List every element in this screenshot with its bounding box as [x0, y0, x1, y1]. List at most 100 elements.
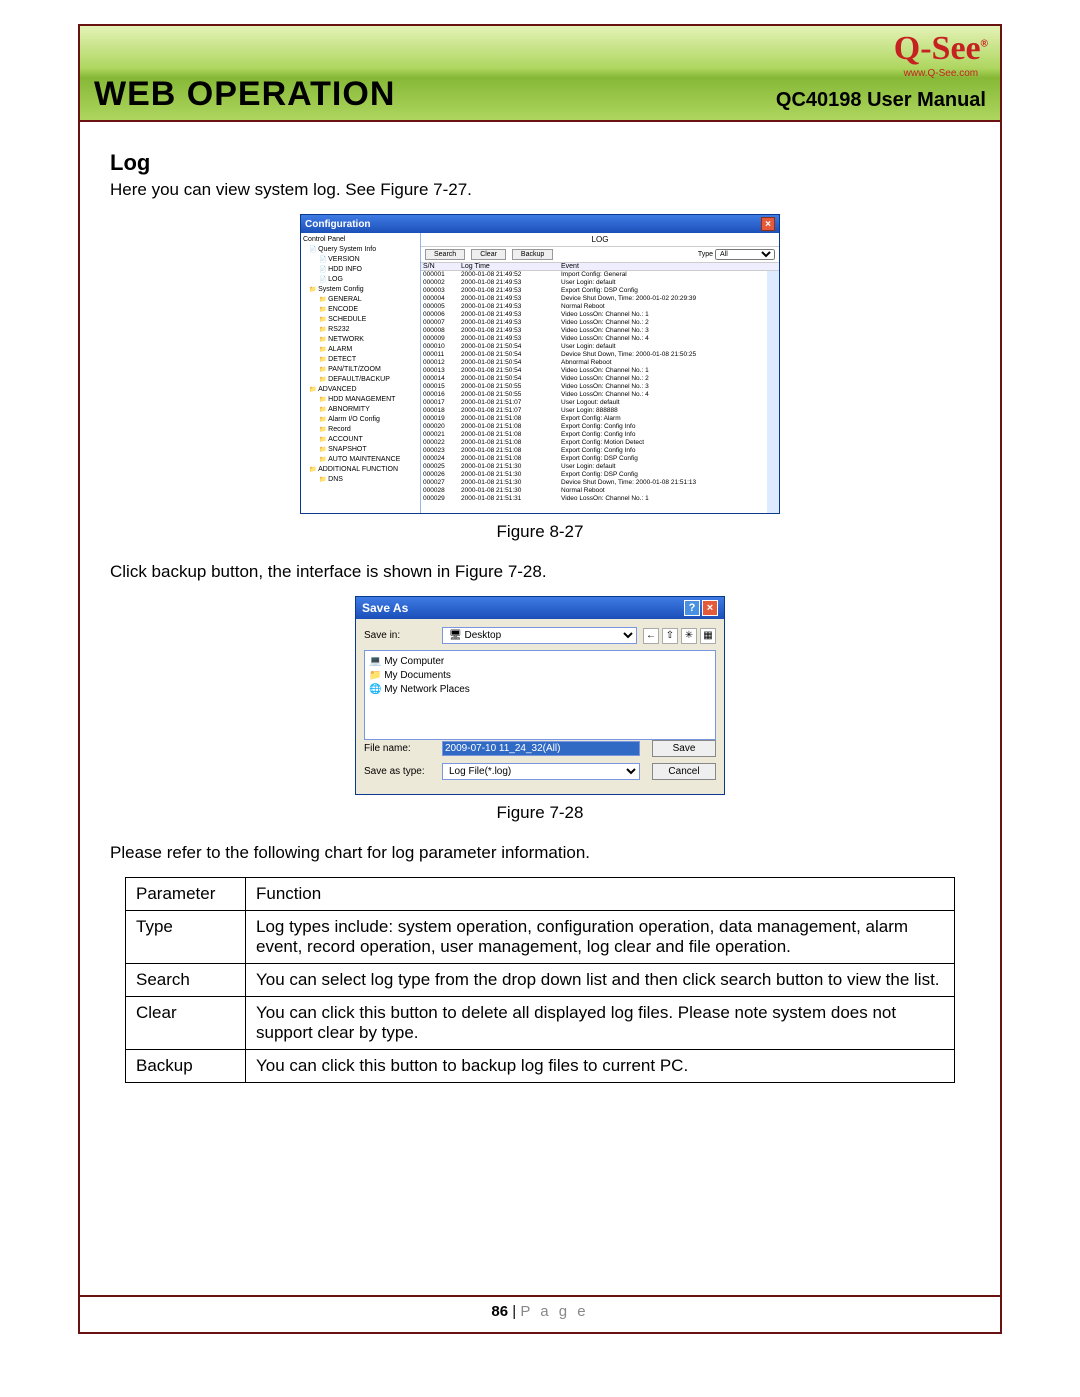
tree-item[interactable]: Alarm I/O Config — [303, 415, 418, 425]
backup-button[interactable]: Backup — [512, 249, 553, 260]
cancel-button[interactable]: Cancel — [652, 763, 716, 780]
log-row[interactable]: 0000022000-01-08 21:49:53User Login: def… — [421, 279, 767, 287]
log-row[interactable]: 0000062000-01-08 21:49:53Video LossOn: C… — [421, 311, 767, 319]
file-list[interactable]: 💻 My Computer📁 My Documents🌐 My Network … — [364, 650, 716, 740]
tree-item[interactable]: ALARM — [303, 345, 418, 355]
log-row[interactable]: 0000012000-01-08 21:49:52Import Config: … — [421, 271, 767, 279]
log-row[interactable]: 0000082000-01-08 21:49:53Video LossOn: C… — [421, 327, 767, 335]
log-row[interactable]: 0000092000-01-08 21:49:53Video LossOn: C… — [421, 335, 767, 343]
table-row: TypeLog types include: system operation,… — [126, 911, 955, 964]
tree-item[interactable]: NETWORK — [303, 335, 418, 345]
tree-item[interactable]: ACCOUNT — [303, 435, 418, 445]
log-row[interactable]: 0000142000-01-08 21:50:54Video LossOn: C… — [421, 375, 767, 383]
tree-item[interactable]: ENCODE — [303, 305, 418, 315]
log-row[interactable]: 0000182000-01-08 21:51:07User Login: 888… — [421, 407, 767, 415]
table-row: BackupYou can click this button to backu… — [126, 1050, 955, 1083]
log-row[interactable]: 0000222000-01-08 21:51:08Export Config: … — [421, 439, 767, 447]
log-row[interactable]: 0000252000-01-08 21:51:30User Login: def… — [421, 463, 767, 471]
tree-item[interactable]: System Config — [303, 285, 418, 295]
close-icon[interactable]: × — [761, 217, 775, 231]
log-row[interactable]: 0000132000-01-08 21:50:54Video LossOn: C… — [421, 367, 767, 375]
list-item[interactable]: 📁 My Documents — [369, 669, 711, 683]
type-select[interactable]: All — [715, 249, 775, 260]
manual-name: QC40198 User Manual — [776, 89, 986, 112]
page-number: 86 — [491, 1303, 508, 1320]
log-row[interactable]: 0000072000-01-08 21:49:53Video LossOn: C… — [421, 319, 767, 327]
tree-item[interactable]: PAN/TILT/ZOOM — [303, 365, 418, 375]
chart-intro: Please refer to the following chart for … — [110, 843, 970, 863]
nav-tree[interactable]: Control Panel Query System InfoVERSIONHD… — [301, 233, 421, 513]
table-row: SearchYou can select log type from the d… — [126, 964, 955, 997]
log-row[interactable]: 0000192000-01-08 21:51:08Export Config: … — [421, 415, 767, 423]
tree-item[interactable]: AUTO MAINTENANCE — [303, 455, 418, 465]
log-table-header: S/N Log Time Event — [421, 262, 779, 271]
view-icon[interactable]: ▦ — [700, 628, 716, 644]
dialog-toolbar: ← ⇧ ✳ ▦ — [643, 628, 716, 644]
log-row[interactable]: 0000282000-01-08 21:51:30Normal Reboot — [421, 487, 767, 495]
log-row[interactable]: 0000242000-01-08 21:51:08Export Config: … — [421, 455, 767, 463]
filename-input[interactable] — [442, 741, 640, 756]
tree-item[interactable]: SCHEDULE — [303, 315, 418, 325]
log-row[interactable]: 0000112000-01-08 21:50:54Device Shut Dow… — [421, 351, 767, 359]
log-row[interactable]: 0000162000-01-08 21:50:55Video LossOn: C… — [421, 391, 767, 399]
tree-item[interactable]: GENERAL — [303, 295, 418, 305]
tree-item[interactable]: DNS — [303, 475, 418, 485]
log-row[interactable]: 0000042000-01-08 21:49:53Device Shut Dow… — [421, 295, 767, 303]
log-row[interactable]: 0000202000-01-08 21:51:08Export Config: … — [421, 423, 767, 431]
tree-item[interactable]: DETECT — [303, 355, 418, 365]
dialog-title: Save As — [362, 601, 408, 615]
panel-title: LOG — [421, 233, 779, 247]
th-function: Function — [246, 878, 955, 911]
page-frame: Q-See® www.Q-See.com WEB OPERATION QC401… — [78, 24, 1002, 1334]
logo-url: www.Q-See.com — [894, 68, 988, 79]
tree-item[interactable]: SNAPSHOT — [303, 445, 418, 455]
newfolder-icon[interactable]: ✳ — [681, 628, 697, 644]
list-item[interactable]: 🌐 My Network Places — [369, 683, 711, 697]
back-icon[interactable]: ← — [643, 628, 659, 644]
save-button[interactable]: Save — [652, 740, 716, 757]
log-row[interactable]: 0000172000-01-08 21:51:07User Logout: de… — [421, 399, 767, 407]
save-in-select[interactable]: 🖥 Desktop — [442, 627, 637, 644]
figure-caption-27: Figure 8-27 — [110, 522, 970, 542]
log-row[interactable]: 0000032000-01-08 21:49:53Export Config: … — [421, 287, 767, 295]
log-row[interactable]: 0000152000-01-08 21:50:55Video LossOn: C… — [421, 383, 767, 391]
log-row[interactable]: 0000292000-01-08 21:51:31Video LossOn: C… — [421, 495, 767, 503]
up-icon[interactable]: ⇧ — [662, 628, 678, 644]
list-item[interactable]: 💻 My Computer — [369, 655, 711, 669]
section-heading: Log — [110, 150, 970, 176]
tree-item[interactable]: ADDITIONAL FUNCTION — [303, 465, 418, 475]
page-title: WEB OPERATION — [94, 75, 395, 114]
tree-item[interactable]: DEFAULT/BACKUP — [303, 375, 418, 385]
help-icon[interactable]: ? — [684, 600, 700, 616]
tree-root: Control Panel — [303, 235, 418, 245]
log-row[interactable]: 0000262000-01-08 21:51:30Export Config: … — [421, 471, 767, 479]
log-row[interactable]: 0000122000-01-08 21:50:54Abnormal Reboot — [421, 359, 767, 367]
close-icon[interactable]: × — [702, 600, 718, 616]
log-row[interactable]: 0000232000-01-08 21:51:08Export Config: … — [421, 447, 767, 455]
logo: Q-See® www.Q-See.com — [894, 30, 988, 79]
window-titlebar: Configuration × — [301, 215, 779, 233]
log-row[interactable]: 0000212000-01-08 21:51:08Export Config: … — [421, 431, 767, 439]
dialog-titlebar: Save As ? × — [356, 597, 724, 619]
tree-item[interactable]: ABNORMITY — [303, 405, 418, 415]
type-label: Type — [698, 251, 713, 258]
clear-button[interactable]: Clear — [471, 249, 506, 260]
log-table-body[interactable]: 0000012000-01-08 21:49:52Import Config: … — [421, 271, 779, 513]
search-button[interactable]: Search — [425, 249, 465, 260]
th-parameter: Parameter — [126, 878, 246, 911]
log-row[interactable]: 0000052000-01-08 21:49:53Normal Reboot — [421, 303, 767, 311]
save-as-dialog: Save As ? × Save in: 🖥 Desktop ← ⇧ ✳ — [355, 596, 725, 795]
tree-item[interactable]: HDD MANAGEMENT — [303, 395, 418, 405]
figure-caption-28: Figure 7-28 — [110, 803, 970, 823]
tree-item[interactable]: Query System Info — [303, 245, 418, 255]
tree-item[interactable]: Record — [303, 425, 418, 435]
log-row[interactable]: 0000272000-01-08 21:51:30Device Shut Dow… — [421, 479, 767, 487]
tree-item[interactable]: LOG — [303, 275, 418, 285]
tree-item[interactable]: RS232 — [303, 325, 418, 335]
tree-item[interactable]: HDD INFO — [303, 265, 418, 275]
tree-item[interactable]: ADVANCED — [303, 385, 418, 395]
savetype-select[interactable]: Log File(*.log) — [442, 763, 640, 780]
log-row[interactable]: 0000102000-01-08 21:50:54User Login: def… — [421, 343, 767, 351]
tree-item[interactable]: VERSION — [303, 255, 418, 265]
parameter-table: Parameter Function TypeLog types include… — [125, 877, 955, 1083]
